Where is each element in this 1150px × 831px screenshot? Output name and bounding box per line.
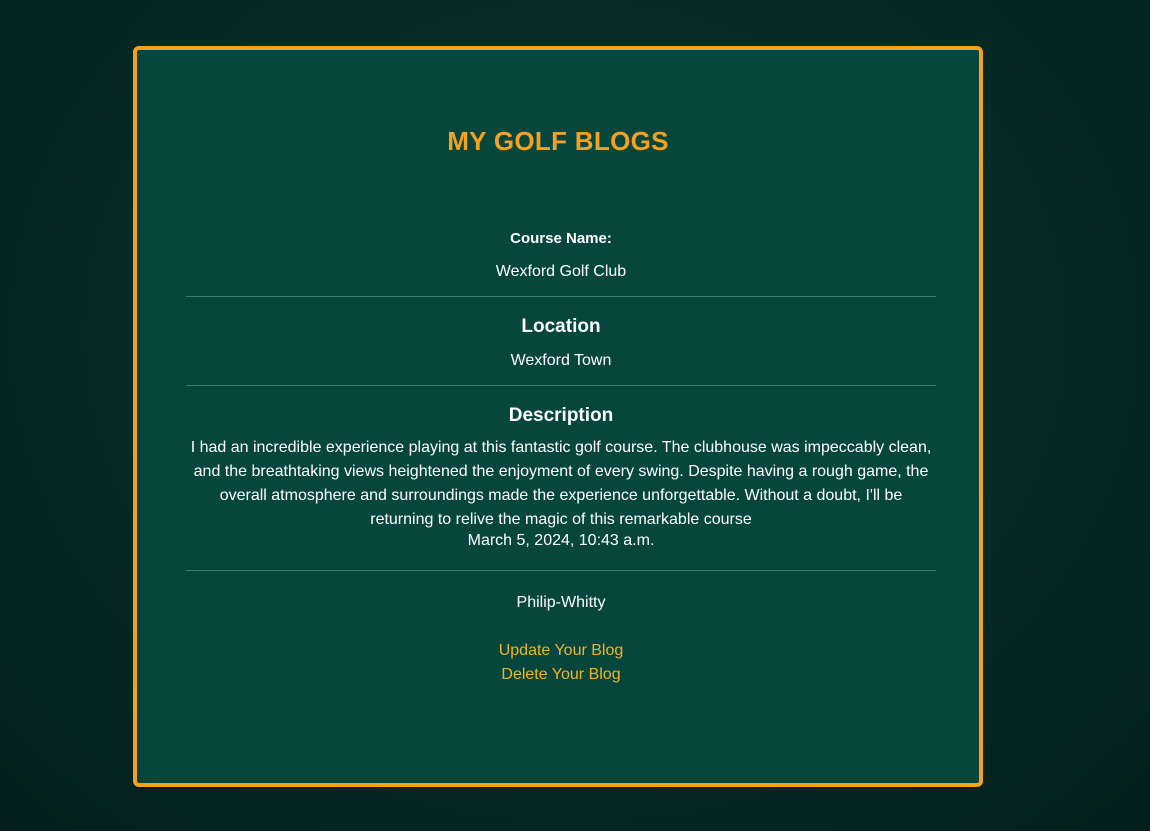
- divider: [186, 385, 936, 386]
- course-name-label: Course Name:: [510, 230, 612, 247]
- update-blog-link[interactable]: Update Your Blog: [186, 642, 936, 660]
- author-name: Philip-Whitty: [516, 594, 606, 611]
- description-heading: Description: [508, 405, 614, 426]
- location-value: Wexford Town: [510, 352, 612, 369]
- blog-content: Course Name: Wexford Golf Club Location …: [186, 50, 936, 783]
- divider: [186, 570, 936, 571]
- description-text: I had an incredible experience playing a…: [190, 439, 932, 528]
- divider: [186, 296, 936, 297]
- blog-card: MY GOLF BLOGS Course Name: Wexford Golf …: [133, 46, 983, 787]
- location-heading: Location: [521, 316, 601, 337]
- delete-blog-link[interactable]: Delete Your Blog: [186, 666, 936, 684]
- course-name-value: Wexford Golf Club: [495, 263, 627, 280]
- post-date: March 5, 2024, 10:43 a.m.: [467, 532, 655, 549]
